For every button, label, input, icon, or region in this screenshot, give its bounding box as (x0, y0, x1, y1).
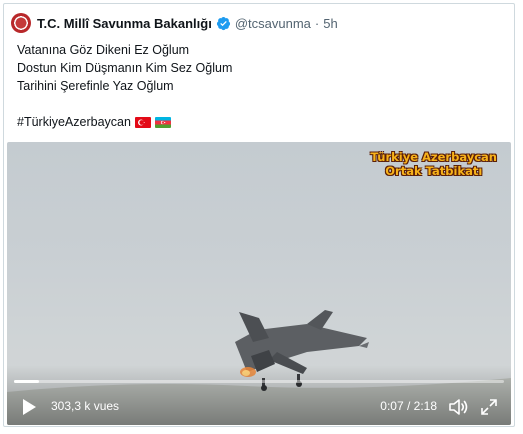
avatar[interactable] (11, 13, 31, 33)
turkey-flag-icon (134, 116, 151, 128)
progress-bar[interactable] (14, 380, 504, 383)
fullscreen-icon (481, 399, 497, 415)
view-count: 303,3 k vues (51, 399, 120, 413)
caption-line-1: Türkiye Azerbaycan (370, 150, 497, 164)
volume-icon (449, 399, 468, 415)
tweet-text: Vatanına Göz Dikeni Ez Oğlum Dostun Kim … (17, 41, 497, 131)
separator-dot: · (314, 15, 320, 31)
play-button[interactable] (21, 398, 37, 416)
play-icon (23, 399, 36, 415)
azerbaijan-flag-icon (154, 116, 171, 128)
volume-button[interactable] (447, 397, 469, 417)
fullscreen-button[interactable] (479, 397, 499, 417)
author-handle[interactable]: @tcsavunma (235, 16, 311, 31)
video-caption-overlay: Türkiye Azerbaycan Ortak Tatbikatı (371, 150, 497, 178)
tweet-line-2: Dostun Kim Düşmanın Kim Sez Oğlum (17, 61, 233, 75)
tweet-header: T.C. Millî Savunma Bakanlığı @tcsavunma … (11, 13, 338, 33)
video-controls: 303,3 k vues 0:07 / 2:18 (7, 387, 511, 425)
author-name[interactable]: T.C. Millî Savunma Bakanlığı (37, 16, 212, 31)
caption-line-2: Ortak Tatbikatı (385, 164, 483, 178)
tweet-line-1: Vatanına Göz Dikeni Ez Oğlum (17, 43, 190, 57)
video-timer: 0:07 / 2:18 (380, 399, 437, 413)
tweet-card[interactable]: T.C. Millî Savunma Bakanlığı @tcsavunma … (3, 3, 515, 427)
tweet-time[interactable]: 5h (323, 16, 337, 31)
video-player[interactable]: Türkiye Azerbaycan Ortak Tatbikatı 303,3… (7, 142, 511, 425)
progress-bar-fill (14, 380, 39, 383)
verified-badge-icon (216, 16, 231, 31)
tweet-line-3: Tarihini Şerefinle Yaz Oğlum (17, 79, 174, 93)
hashtag-link[interactable]: #TürkiyeAzerbaycan (17, 113, 131, 131)
